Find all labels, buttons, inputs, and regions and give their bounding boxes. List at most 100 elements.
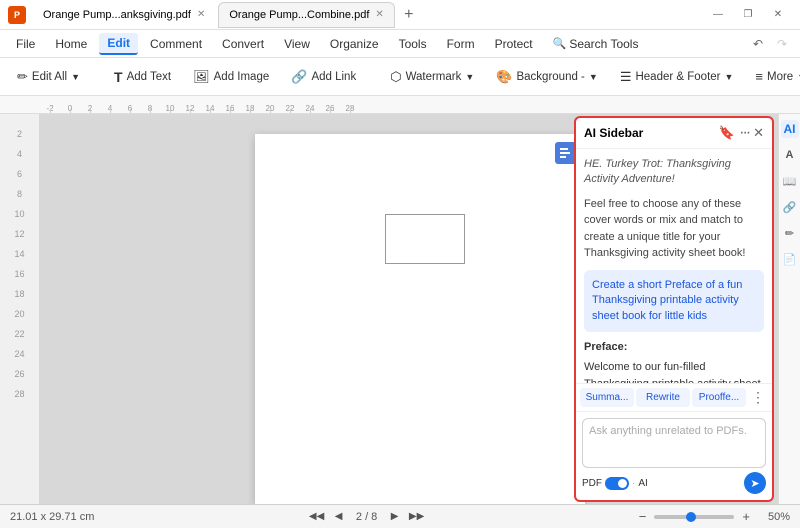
prev-page-button[interactable]: ◀ bbox=[330, 508, 348, 526]
ai-input-controls: PDF · AI ➤ bbox=[582, 472, 766, 494]
first-page-button[interactable]: ◀◀ bbox=[308, 508, 326, 526]
ai-sidebar-content: HE. Turkey Trot: Thanksgiving Activity A… bbox=[576, 149, 772, 383]
undo-button[interactable]: ↶ bbox=[748, 34, 768, 54]
ai-bookmark-icon[interactable]: 🔖 bbox=[719, 125, 735, 141]
watermark-label: Watermark bbox=[406, 71, 462, 83]
ruler-mark: 2 bbox=[80, 104, 100, 113]
menu-view[interactable]: View bbox=[276, 34, 318, 54]
ai-sidebar-header: AI Sidebar 🔖 ··· ✕ bbox=[576, 118, 772, 149]
tab-1-close[interactable]: ✕ bbox=[197, 9, 205, 20]
background-dropdown[interactable]: ▼ bbox=[589, 72, 598, 82]
ruler-num: 26 bbox=[0, 364, 39, 384]
watermark-button[interactable]: ⬡ Watermark ▼ bbox=[381, 64, 483, 90]
ai-response-label: Preface: bbox=[584, 340, 764, 355]
tab-1[interactable]: Orange Pump...anksgiving.pdf ✕ bbox=[32, 2, 216, 28]
menu-edit[interactable]: Edit bbox=[99, 33, 138, 55]
ruler-num: 16 bbox=[0, 264, 39, 284]
zoom-out-button[interactable]: − bbox=[639, 509, 647, 524]
tab-2-close[interactable]: ✕ bbox=[375, 9, 383, 20]
ai-tab-rewrite[interactable]: Rewrite bbox=[636, 388, 690, 407]
zoom-slider[interactable] bbox=[654, 515, 734, 519]
menu-protect[interactable]: Protect bbox=[487, 34, 541, 54]
ruler-mark: -2 bbox=[40, 104, 60, 113]
ai-close-icon[interactable]: ✕ bbox=[753, 125, 764, 141]
add-text-button[interactable]: T Add Text bbox=[105, 64, 180, 90]
new-tab-button[interactable]: + bbox=[397, 3, 421, 27]
menu-file[interactable]: File bbox=[8, 34, 43, 54]
menu-search-tools[interactable]: 🔍 Search Tools bbox=[545, 34, 647, 54]
page-number: 2 / 8 bbox=[356, 511, 377, 523]
redo-button[interactable]: ↷ bbox=[772, 34, 792, 54]
add-text-label: Add Text bbox=[127, 71, 172, 83]
background-button[interactable]: 🎨 Background - ▼ bbox=[487, 64, 607, 90]
text-icon: T bbox=[114, 69, 123, 85]
text-box[interactable] bbox=[385, 214, 465, 264]
app-icon: P bbox=[8, 6, 26, 24]
ai-tab-proofread[interactable]: Prooffe... bbox=[692, 388, 746, 407]
background-label: Background - bbox=[516, 71, 584, 83]
left-sidebar: 2 4 6 8 10 12 14 16 18 20 22 24 26 28 bbox=[0, 114, 40, 504]
ruler-num: 24 bbox=[0, 344, 39, 364]
menu-form[interactable]: Form bbox=[439, 34, 483, 54]
edit-all-dropdown[interactable]: ▼ bbox=[71, 72, 80, 82]
main-area: 2 4 6 8 10 12 14 16 18 20 22 24 26 28 bbox=[0, 114, 800, 504]
ruler-mark: 26 bbox=[320, 104, 340, 113]
maximize-button[interactable]: ❐ bbox=[734, 5, 762, 25]
toolbar: ✏ Edit All ▼ T Add Text 🖼 Add Image 🔗 Ad… bbox=[0, 58, 800, 96]
tab-1-label: Orange Pump...anksgiving.pdf bbox=[43, 9, 191, 21]
ruler-mark: 4 bbox=[100, 104, 120, 113]
menu-convert[interactable]: Convert bbox=[214, 34, 272, 54]
menu-home[interactable]: Home bbox=[47, 34, 95, 54]
page-info: 2 / 8 bbox=[352, 511, 382, 523]
ai-tab-more-icon[interactable]: ⋮ bbox=[748, 388, 768, 407]
next-page-button[interactable]: ▶ bbox=[386, 508, 404, 526]
right-panel-icons: AI A 📖 🔗 ✏ 📄 bbox=[778, 114, 800, 504]
ruler-mark: 22 bbox=[280, 104, 300, 113]
ai-send-button[interactable]: ➤ bbox=[744, 472, 766, 494]
ai-panel-icon[interactable]: AI bbox=[781, 120, 799, 138]
ai-input-box[interactable]: Ask anything unrelated to PDFs. bbox=[582, 418, 766, 468]
ruler-num: 2 bbox=[0, 124, 39, 144]
header-footer-button[interactable]: ☰ Header & Footer ▼ bbox=[611, 64, 743, 90]
minimize-button[interactable]: — bbox=[704, 5, 732, 25]
more-label: More bbox=[767, 71, 793, 83]
pen-icon[interactable]: ✏ bbox=[781, 224, 799, 242]
close-window-button[interactable]: ✕ bbox=[764, 5, 792, 25]
more-icon: ≡ bbox=[755, 69, 763, 84]
ai-content-title: HE. Turkey Trot: Thanksgiving Activity A… bbox=[584, 157, 764, 188]
watermark-dropdown[interactable]: ▼ bbox=[465, 72, 474, 82]
link-panel-icon[interactable]: 🔗 bbox=[781, 198, 799, 216]
page-panel-icon[interactable]: 📄 bbox=[781, 250, 799, 268]
last-page-button[interactable]: ▶▶ bbox=[408, 508, 426, 526]
ai-tab-summarize[interactable]: Summa... bbox=[580, 388, 634, 407]
ai-bottom-tabs: Summa... Rewrite Prooffe... ⋮ bbox=[576, 383, 772, 411]
zoom-in-button[interactable]: + bbox=[742, 509, 750, 524]
ai-pdf-toggle[interactable]: PDF · AI bbox=[582, 477, 648, 490]
ruler-num: 10 bbox=[0, 204, 39, 224]
pdf-toggle-switch[interactable] bbox=[605, 477, 629, 490]
ai-prompt-text: Create a short Preface of a fun Thanksgi… bbox=[592, 279, 742, 322]
add-link-button[interactable]: 🔗 Add Link bbox=[282, 64, 365, 90]
title-bar: P Orange Pump...anksgiving.pdf ✕ Orange … bbox=[0, 0, 800, 30]
pdf-label: PDF bbox=[582, 478, 602, 489]
more-button[interactable]: ≡ More ▼ bbox=[746, 64, 800, 89]
edit-all-button[interactable]: ✏ Edit All ▼ bbox=[8, 64, 89, 90]
edit-all-label: Edit All bbox=[32, 71, 67, 83]
menu-organize[interactable]: Organize bbox=[322, 34, 387, 54]
annotation-icon[interactable]: A bbox=[781, 146, 799, 164]
add-image-button[interactable]: 🖼 Add Image bbox=[184, 64, 278, 90]
ai-input-placeholder: Ask anything unrelated to PDFs. bbox=[589, 425, 747, 437]
menu-tools[interactable]: Tools bbox=[391, 34, 435, 54]
ruler-mark: 6 bbox=[120, 104, 140, 113]
edit-icon: ✏ bbox=[17, 69, 28, 85]
menu-comment[interactable]: Comment bbox=[142, 34, 210, 54]
bookmark-panel-icon[interactable]: 📖 bbox=[781, 172, 799, 190]
ai-label: AI bbox=[638, 478, 647, 489]
add-image-label: Add Image bbox=[214, 71, 270, 83]
header-footer-label: Header & Footer bbox=[635, 71, 720, 83]
header-footer-dropdown[interactable]: ▼ bbox=[724, 72, 733, 82]
ruler-mark: 10 bbox=[160, 104, 180, 113]
ai-options-icon[interactable]: ··· bbox=[739, 124, 749, 142]
tab-2[interactable]: Orange Pump...Combine.pdf ✕ bbox=[218, 2, 394, 28]
zoom-controls: − + 50% bbox=[639, 509, 790, 524]
